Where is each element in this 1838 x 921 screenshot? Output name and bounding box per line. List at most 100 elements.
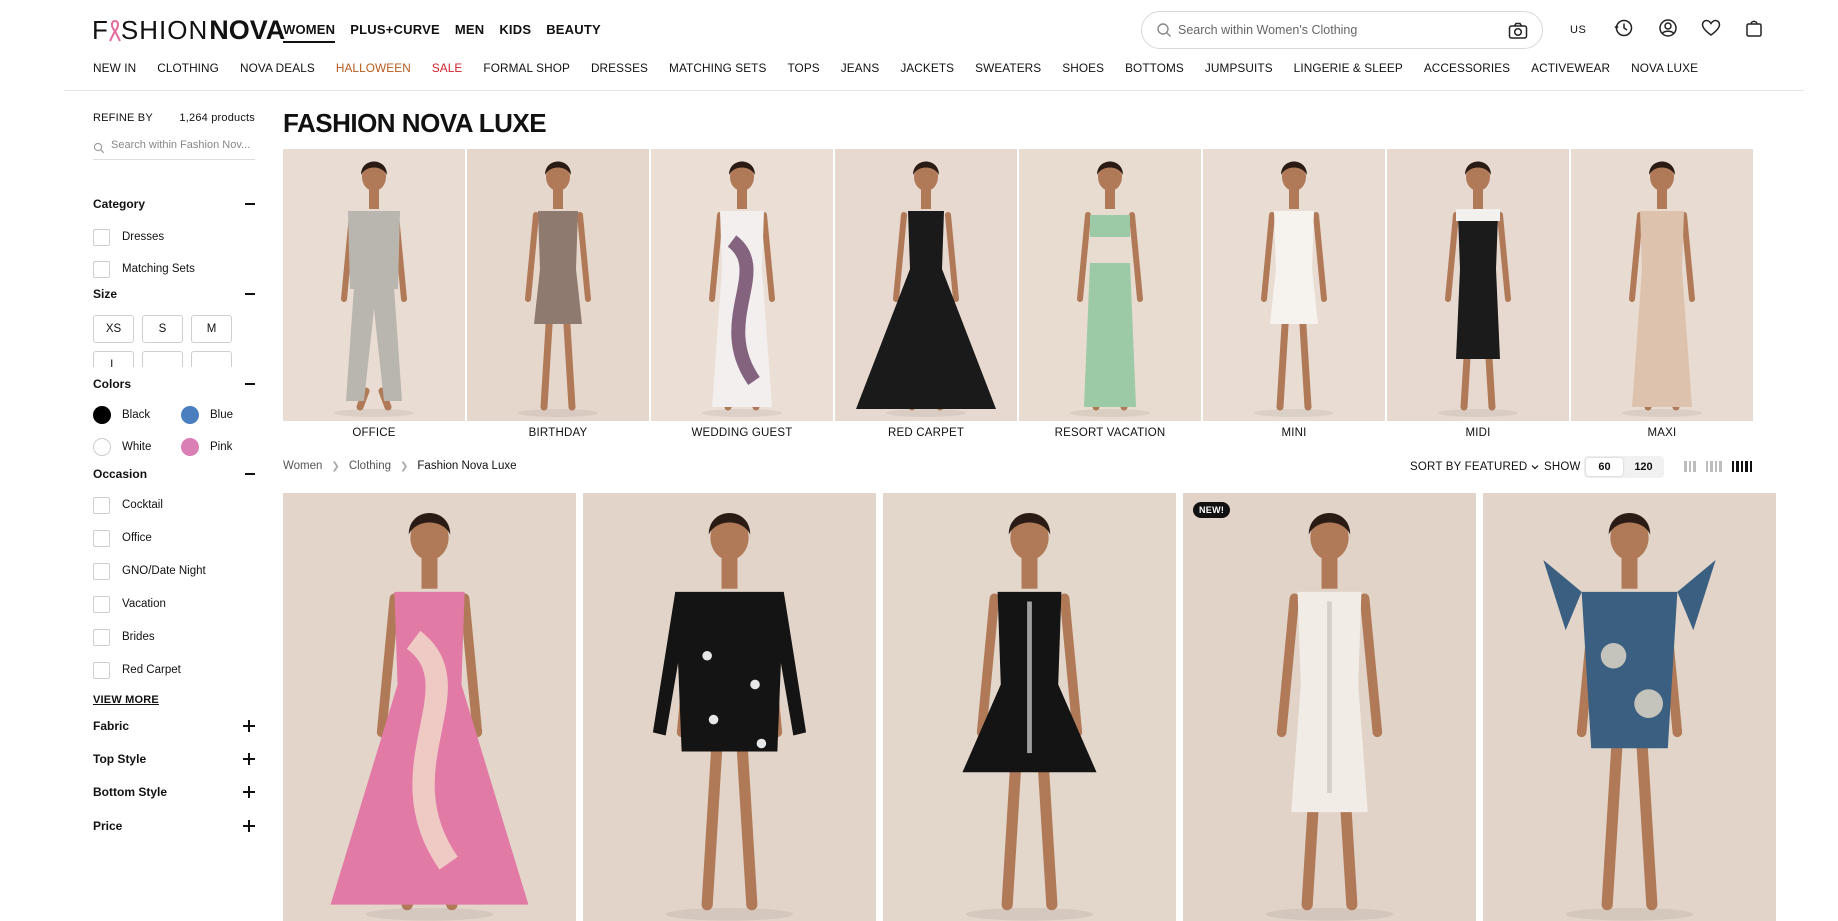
collapse-icon [245,293,255,295]
product-card[interactable] [883,493,1176,921]
grid-3-columns-icon[interactable] [1684,461,1696,472]
grid-5-columns-icon[interactable] [1731,461,1752,472]
category-tile-birthday[interactable]: BIRTHDAY [467,149,649,441]
occasion-option[interactable]: Brides [93,628,255,646]
category-tile-office[interactable]: OFFICE [283,149,465,441]
page-title: FASHION NOVA LUXE [283,108,547,138]
size-chip-xs[interactable]: XS [93,315,134,343]
nav-item-formal-shop[interactable]: FORMAL SHOP [483,61,570,75]
facet-price-header[interactable]: Price [93,817,255,835]
category-tile-mini[interactable]: MINI [1203,149,1385,441]
facet-top-style-header[interactable]: Top Style [93,750,255,768]
region-selector[interactable]: US [1570,24,1586,36]
account-icon[interactable] [1658,18,1678,38]
nav-item-nova-luxe[interactable]: NOVA LUXE [1631,61,1698,75]
checkbox[interactable] [93,661,110,679]
nav-divider [64,90,1804,91]
product-card[interactable]: NEW! [1183,493,1476,921]
facet-category-header[interactable]: Category [93,195,255,213]
grid-4-columns-icon[interactable] [1705,461,1722,472]
brand-logo[interactable]: F SHION NOVA [92,15,285,45]
facet-bottom-style-header[interactable]: Bottom Style [93,783,255,801]
occasion-option[interactable]: Vacation [93,595,255,613]
checkbox[interactable] [93,228,110,246]
page-size-60[interactable]: 60 [1586,458,1623,476]
segment-men[interactable]: MEN [455,22,485,43]
search-input[interactable] [1178,20,1488,40]
category-tile-midi[interactable]: MIDI [1387,149,1569,441]
checkbox[interactable] [93,529,110,547]
checkbox[interactable] [93,260,110,278]
color-option-white[interactable]: White [93,438,181,456]
view-more-link[interactable]: VIEW MORE [93,694,255,706]
breadcrumb-clothing[interactable]: Clothing [349,460,391,472]
nav-item-activewear[interactable]: ACTIVEWEAR [1531,61,1610,75]
color-option-black[interactable]: Black [93,406,181,424]
sort-dropdown[interactable]: SORT BY FEATURED [1410,461,1539,473]
facet-occasion-header[interactable]: Occasion [93,465,255,483]
facet-colors-header[interactable]: Colors [93,375,255,393]
wishlist-heart-icon[interactable] [1701,18,1721,38]
color-label: White [122,441,152,453]
color-option-blue[interactable]: Blue [181,406,255,424]
nav-item-lingerie-sleep[interactable]: LINGERIE & SLEEP [1294,61,1403,75]
nav-item-nova-deals[interactable]: NOVA DEALS [240,61,315,75]
nav-item-halloween[interactable]: HALLOWEEN [336,61,411,75]
color-option-pink[interactable]: Pink [181,438,255,456]
new-badge: NEW! [1193,502,1231,518]
facet-fabric-header[interactable]: Fabric [93,717,255,735]
category-tile-wedding-guest[interactable]: WEDDING GUEST [651,149,833,441]
nav-item-jeans[interactable]: JEANS [841,61,880,75]
size-chip[interactable] [142,351,183,367]
nav-item-tops[interactable]: TOPS [787,61,819,75]
category-label: WEDDING GUEST [691,427,793,439]
occasion-option[interactable]: Office [93,529,255,547]
product-card[interactable] [1483,493,1776,921]
breadcrumb-women[interactable]: Women [283,460,322,472]
checkbox[interactable] [93,562,110,580]
color-swatch [181,406,199,424]
occasion-option[interactable]: Red Carpet [93,661,255,679]
nav-item-matching-sets[interactable]: MATCHING SETS [669,61,766,75]
segment-women[interactable]: WOMEN [283,22,336,43]
option-label: Brides [122,631,155,643]
nav-item-dresses[interactable]: DRESSES [591,61,648,75]
segment-beauty[interactable]: BEAUTY [546,22,601,43]
filter-option[interactable]: Dresses [93,228,255,246]
facet-size-header[interactable]: Size [93,285,255,303]
camera-search-icon[interactable] [1508,22,1528,45]
occasion-option[interactable]: Cocktail [93,496,255,514]
checkbox[interactable] [93,595,110,613]
size-chip-l[interactable]: L [93,351,134,367]
nav-item-shoes[interactable]: SHOES [1062,61,1104,75]
nav-item-new-in[interactable]: NEW IN [93,61,136,75]
product-card[interactable] [283,493,576,921]
nav-item-jumpsuits[interactable]: JUMPSUITS [1205,61,1273,75]
nav-item-sale[interactable]: SALE [432,61,463,75]
checkbox[interactable] [93,496,110,514]
filter-search-input[interactable] [111,139,255,151]
nav-item-clothing[interactable]: CLOTHING [157,61,219,75]
category-tile-resort-vacation[interactable]: RESORT VACATION [1019,149,1201,441]
size-chip-m[interactable]: M [191,315,232,343]
checkbox[interactable] [93,628,110,646]
size-chip[interactable] [191,351,232,367]
recently-viewed-icon[interactable] [1614,18,1634,38]
category-tile-red-carpet[interactable]: RED CARPET [835,149,1017,441]
page-size-120[interactable]: 120 [1625,458,1662,476]
nav-item-jackets[interactable]: JACKETS [900,61,954,75]
shopping-bag-icon[interactable] [1744,18,1764,38]
size-chip-s[interactable]: S [142,315,183,343]
nav-item-bottoms[interactable]: BOTTOMS [1125,61,1184,75]
product-card[interactable] [583,493,876,921]
category-tile-maxi[interactable]: MAXI [1571,149,1753,441]
segment-plus-curve[interactable]: PLUS+CURVE [350,22,440,43]
nav-item-accessories[interactable]: ACCESSORIES [1424,61,1510,75]
top-header: F SHION NOVA WOMEN PLUS+CURVE MEN KIDS B… [0,0,1838,58]
breadcrumb: Women ❯ Clothing ❯ Fashion Nova Luxe [283,460,517,472]
filter-option[interactable]: Matching Sets [93,260,255,278]
nav-item-sweaters[interactable]: SWEATERS [975,61,1041,75]
segment-kids[interactable]: KIDS [499,22,531,43]
occasion-option[interactable]: GNO/Date Night [93,562,255,580]
color-label: Pink [210,441,233,453]
